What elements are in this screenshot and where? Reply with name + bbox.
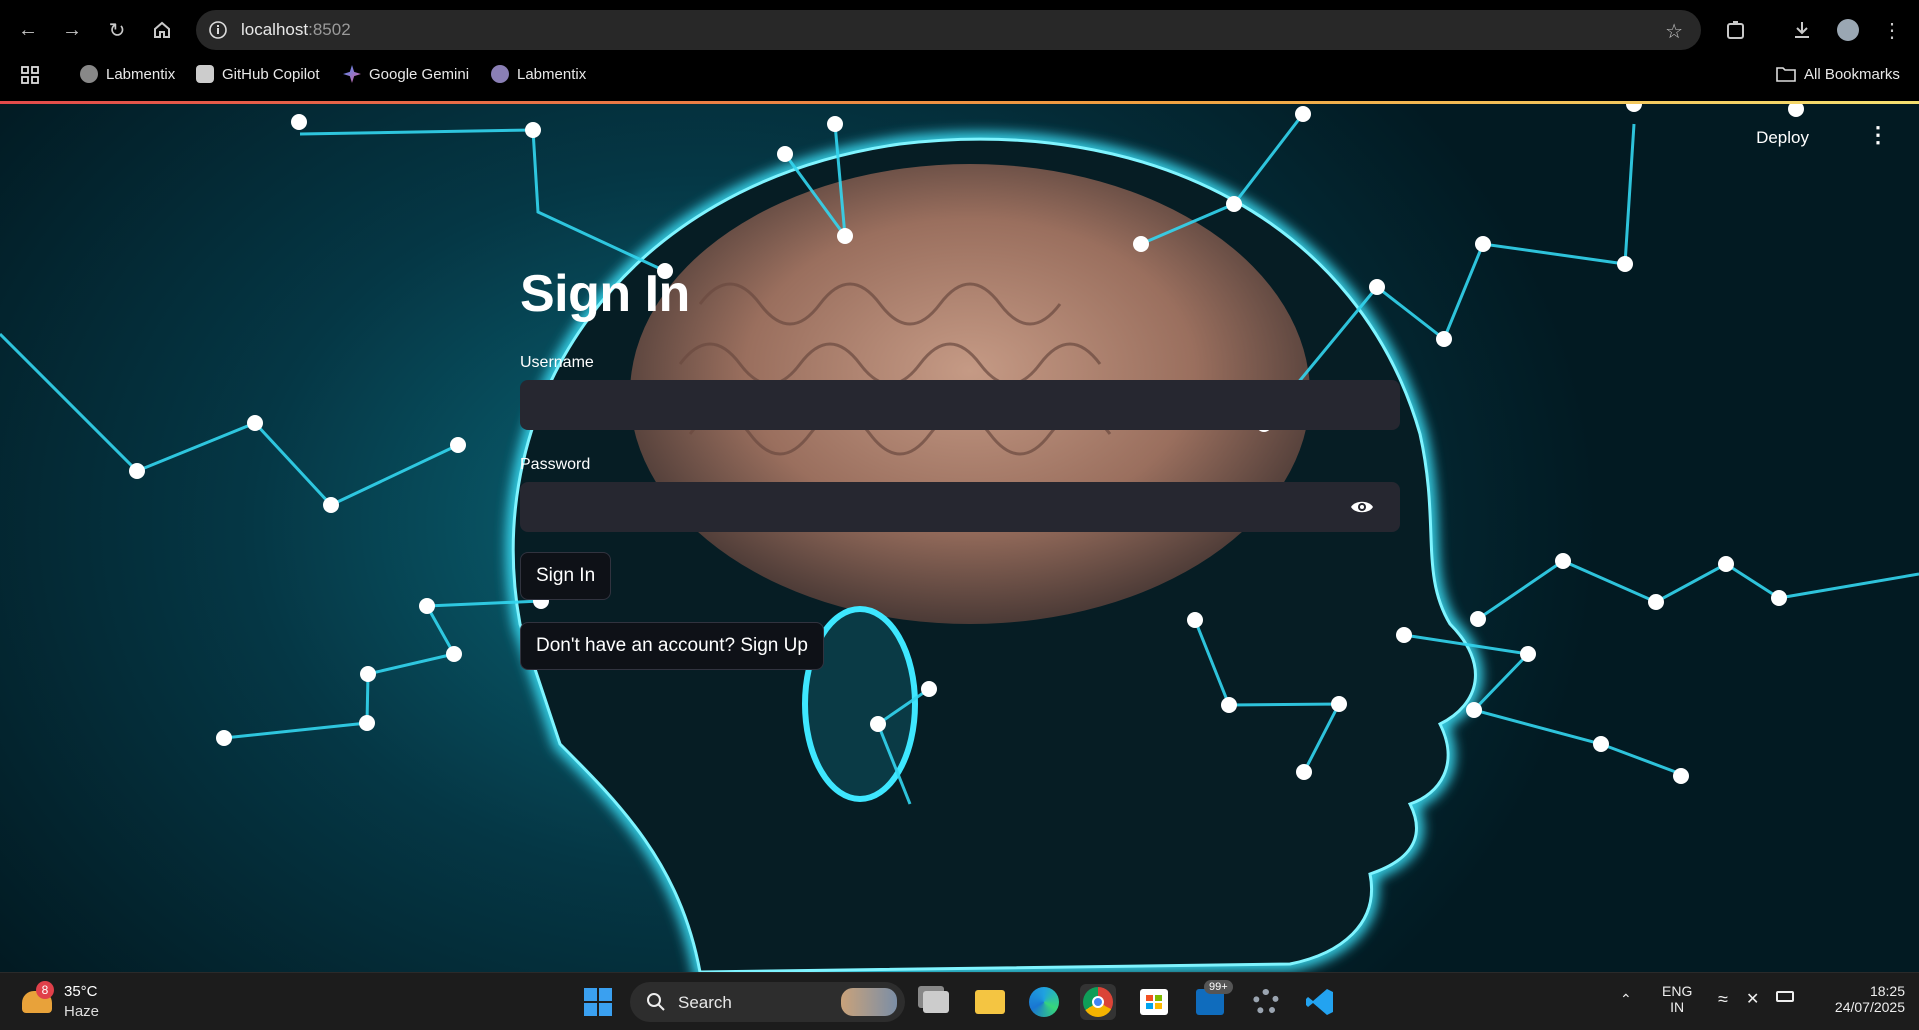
weather-badge: 8	[36, 981, 54, 999]
clock-date: 24/07/2025	[1834, 999, 1905, 1015]
bookmark-labmentix-1[interactable]: Labmentix	[80, 65, 175, 83]
username-label: Username	[520, 354, 594, 371]
clock-time: 18:25	[1869, 983, 1905, 999]
bookmarks-bar: Labmentix GitHub Copilot Google Gemini L…	[0, 56, 1919, 96]
globe-icon	[80, 65, 98, 83]
page-title: Sign In	[520, 265, 690, 323]
reload-icon[interactable]: ↻	[101, 14, 133, 46]
labmentix-icon	[491, 65, 509, 83]
folder-icon	[1776, 67, 1796, 82]
windows-taskbar: 8 35°C Haze Search 99+ ⌃ ENG IN ≈ ✕ 18:2…	[0, 972, 1919, 1030]
browser-menu-icon[interactable]: ⋮	[1876, 14, 1908, 46]
signup-button[interactable]: Don't have an account? Sign Up	[520, 622, 824, 670]
battery-icon[interactable]	[1776, 991, 1794, 1002]
bookmark-google-gemini[interactable]: Google Gemini	[343, 65, 469, 83]
back-icon[interactable]: ←	[12, 14, 44, 46]
all-bookmarks[interactable]: All Bookmarks	[1776, 65, 1900, 83]
bookmark-labmentix-2[interactable]: Labmentix	[491, 65, 586, 83]
url-text: localhost:8502	[241, 20, 351, 39]
download-icon[interactable]	[1786, 14, 1818, 46]
edge-icon[interactable]	[1026, 984, 1062, 1020]
file-explorer-icon[interactable]	[972, 984, 1008, 1020]
password-input[interactable]	[520, 482, 1400, 532]
volume-muted-icon[interactable]: ✕	[1746, 989, 1759, 1009]
vscode-icon[interactable]	[1302, 984, 1338, 1020]
signin-form: Sign In Username Password Sign In Don't …	[520, 264, 1400, 670]
windows-start-icon[interactable]	[580, 984, 616, 1020]
streamlit-app: Deploy ⋮ Sign In Username Password Sign …	[0, 104, 1919, 972]
browser-toolbar: ← → ↻ localhost:8502 ☆ ⋮ Labmentix GitHu…	[0, 0, 1919, 103]
settings-gear-icon[interactable]	[1248, 984, 1284, 1020]
taskbar-search[interactable]: Search	[630, 982, 905, 1022]
site-info-icon[interactable]	[206, 18, 230, 42]
microsoft-store-icon[interactable]	[1136, 984, 1172, 1020]
app-menu-icon[interactable]: ⋮	[1867, 122, 1889, 148]
bookmark-star-icon[interactable]: ☆	[1665, 19, 1683, 44]
weather-condition: Haze	[64, 1003, 100, 1020]
outlook-icon[interactable]: 99+	[1192, 980, 1233, 1020]
region-code: IN	[1670, 999, 1685, 1015]
username-input[interactable]	[520, 380, 1400, 430]
wifi-icon[interactable]: ≈	[1718, 989, 1728, 1010]
profile-avatar[interactable]	[1832, 14, 1864, 46]
search-icon	[647, 993, 665, 1011]
signin-button[interactable]: Sign In	[520, 552, 612, 600]
show-password-icon[interactable]	[1350, 498, 1374, 516]
show-hidden-icons[interactable]: ⌃	[1620, 991, 1632, 1008]
task-view-icon[interactable]	[918, 984, 954, 1020]
forward-icon[interactable]: →	[56, 14, 88, 46]
bookmark-github-copilot[interactable]: GitHub Copilot	[196, 65, 320, 83]
gemini-icon	[343, 65, 361, 83]
chrome-icon[interactable]	[1080, 984, 1116, 1020]
weather-temperature: 35°C	[64, 983, 98, 1000]
apps-grid-icon[interactable]	[20, 65, 40, 85]
language-code: ENG	[1662, 983, 1693, 999]
search-label: Search	[678, 993, 732, 1012]
password-label: Password	[520, 456, 591, 473]
deploy-button[interactable]: Deploy	[1756, 128, 1809, 148]
address-bar[interactable]: localhost:8502 ☆	[196, 10, 1701, 50]
copilot-icon	[196, 65, 214, 83]
extensions-icon[interactable]	[1720, 14, 1752, 46]
home-icon[interactable]	[146, 14, 178, 46]
language-indicator[interactable]: ENG IN	[1662, 983, 1692, 1015]
outlook-badge: 99+	[1204, 980, 1233, 994]
search-highlight-image	[841, 988, 897, 1016]
clock[interactable]: 18:25 24/07/2025	[1815, 983, 1905, 1015]
